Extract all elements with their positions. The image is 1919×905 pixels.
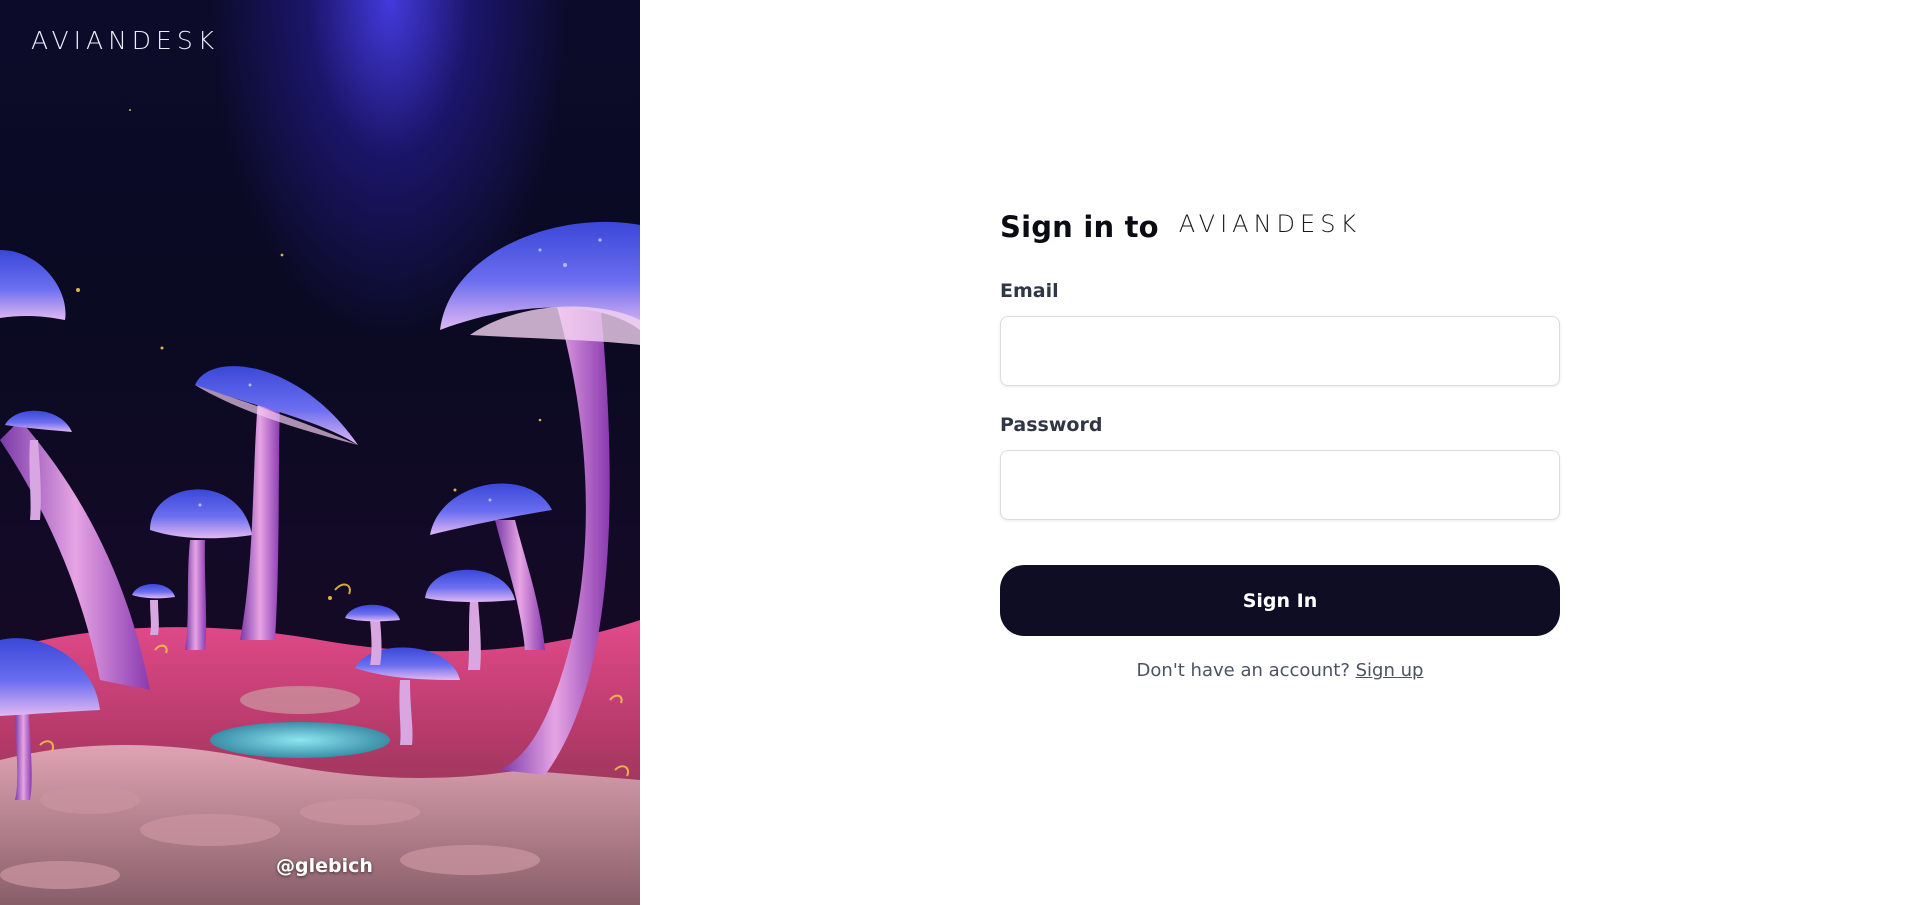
signup-row: Don't have an account? Sign up	[1000, 660, 1560, 681]
hero-panel: AVIANDESK @glebich	[0, 0, 640, 905]
signup-link[interactable]: Sign up	[1356, 660, 1424, 681]
password-field[interactable]	[1000, 450, 1560, 520]
sign-in-form: Sign in to AVIANDESK Email Password Sign…	[1000, 205, 1560, 681]
sign-in-panel: Sign in to AVIANDESK Email Password Sign…	[640, 0, 1919, 905]
sign-in-page: AVIANDESK @glebich Sign in to AVIANDESK …	[0, 0, 1919, 905]
image-credit: @glebich	[276, 855, 373, 877]
sign-in-button[interactable]: Sign In	[1000, 565, 1560, 636]
hero-logo: AVIANDESK	[31, 26, 220, 55]
email-label: Email	[1000, 280, 1059, 302]
brand-logo: AVIANDESK	[1178, 210, 1362, 238]
email-field[interactable]	[1000, 316, 1560, 386]
page-title: Sign in to	[1000, 210, 1159, 244]
signup-prompt: Don't have an account?	[1136, 660, 1350, 681]
password-label: Password	[1000, 414, 1103, 436]
title-row: Sign in to AVIANDESK	[1000, 205, 1560, 249]
hero-illustration	[0, 109, 640, 905]
